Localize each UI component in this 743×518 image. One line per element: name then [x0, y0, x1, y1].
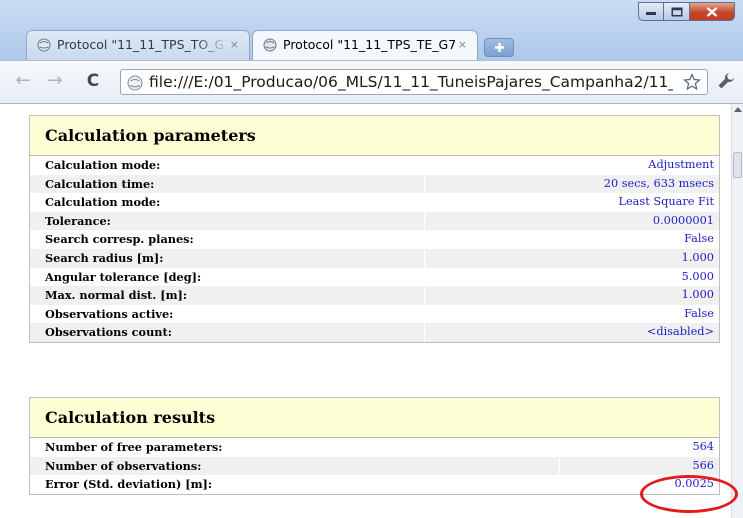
table-row: Number of free parameters: 564 [30, 438, 719, 457]
table-row: Search corresp. planes: False [30, 230, 719, 249]
browser-toolbar: ← → C file:///E:/01_Producao/06_MLS/11_1… [0, 60, 743, 104]
section-title: Calculation parameters [30, 116, 719, 156]
table-row: Search radius [m]: 1.000 [30, 248, 719, 268]
table-row: Tolerance: 0.0000001 [30, 211, 719, 231]
column-divider [424, 267, 425, 287]
row-value: False [684, 232, 714, 246]
title-bar: Protocol "11_11_TPS_TO_G7 × Protocol "11… [0, 0, 743, 68]
reload-button[interactable]: C [82, 70, 104, 92]
table-row: Calculation mode: Adjustment [30, 156, 719, 175]
page-globe-icon [37, 38, 51, 52]
column-divider [424, 156, 425, 175]
row-label: Search corresp. planes: [45, 232, 194, 247]
table-row: Observations active: False [30, 304, 719, 324]
row-label: Number of observations: [45, 458, 202, 473]
row-label: Tolerance: [45, 213, 111, 228]
table-row: Number of observations: 566 [30, 456, 719, 476]
row-value: False [684, 306, 714, 320]
row-value: 564 [692, 440, 714, 453]
new-tab-button[interactable] [484, 38, 514, 57]
parameters-table: Calculation mode: Adjustment Calculation t… [30, 156, 719, 342]
table-row: Angular tolerance [deg]: 5.000 [30, 267, 719, 287]
column-divider [424, 248, 425, 268]
maximize-button[interactable] [664, 2, 690, 21]
scrollbar-thumb[interactable] [733, 152, 742, 178]
table-row: Calculation mode: Least Square Fit [30, 193, 719, 212]
close-window-button[interactable] [690, 2, 735, 21]
scroll-up-arrow-icon[interactable] [734, 107, 742, 112]
back-button[interactable]: ← [12, 70, 34, 92]
column-divider [424, 193, 425, 212]
column-divider [559, 456, 560, 476]
bookmark-star-icon[interactable] [683, 73, 701, 91]
row-value: 1.000 [681, 250, 714, 264]
table-row: Observations count: <disabled> [30, 323, 719, 342]
column-divider [424, 323, 425, 342]
forward-button[interactable]: → [44, 70, 66, 92]
row-value: 0.0000001 [652, 213, 714, 227]
column-divider [424, 230, 425, 249]
row-value: 5.000 [681, 269, 714, 283]
row-value: Least Square Fit [618, 195, 715, 209]
row-value: 1.000 [681, 288, 714, 302]
row-label: Calculation time: [45, 176, 155, 191]
row-value: 20 secs, 633 msecs [603, 176, 714, 190]
calculation-results-section: Calculation results Number of free param… [29, 397, 720, 495]
row-value: <disabled> [646, 325, 714, 339]
maximize-icon [671, 7, 682, 16]
row-label: Search radius [m]: [45, 250, 164, 265]
page-globe-icon [263, 38, 277, 52]
row-label: Error (Std. deviation) [m]: [45, 477, 213, 492]
url-text[interactable]: file:///E:/01_Producao/06_MLS/11_11_Tune… [149, 70, 673, 94]
address-bar[interactable]: file:///E:/01_Producao/06_MLS/11_11_Tune… [120, 69, 708, 95]
row-value: 566 [692, 458, 714, 472]
column-divider [424, 304, 425, 324]
tab-close-icon[interactable]: × [230, 31, 239, 59]
highlight-ellipse [640, 475, 738, 513]
minimize-icon [646, 11, 656, 15]
page-content: Calculation parameters Calculation mode:… [0, 104, 731, 518]
results-table: Number of free parameters: 564 Number of o… [30, 438, 719, 494]
close-icon [706, 6, 718, 17]
minimize-button[interactable] [638, 2, 664, 21]
vertical-scrollbar[interactable] [731, 104, 743, 518]
column-divider [424, 211, 425, 231]
table-row: Error (Std. deviation) [m]: 0.0025 [30, 475, 719, 494]
section-title: Calculation results [30, 398, 719, 438]
row-label: Calculation mode: [45, 158, 161, 172]
row-label: Angular tolerance [deg]: [45, 269, 202, 284]
page-icon [127, 75, 143, 91]
plus-icon [495, 43, 504, 52]
row-label: Max. normal dist. [m]: [45, 288, 188, 303]
tab-label: Protocol "11_11_TPS_TE_G7 [283, 37, 455, 52]
tab-close-icon[interactable]: × [458, 31, 467, 59]
wrench-icon[interactable] [716, 71, 736, 91]
column-divider [559, 438, 560, 457]
column-divider [559, 475, 560, 494]
calculation-parameters-section: Calculation parameters Calculation mode:… [29, 115, 720, 343]
tab-label: Protocol "11_11_TPS_TO_G7 [57, 37, 229, 52]
table-row: Calculation time: 20 secs, 633 msecs [30, 174, 719, 194]
tab-protocol-te[interactable]: Protocol "11_11_TPS_TE_G7 × [252, 30, 478, 60]
table-row: Max. normal dist. [m]: 1.000 [30, 286, 719, 305]
row-label: Number of free parameters: [45, 440, 223, 454]
row-label: Observations count: [45, 325, 172, 340]
row-value: Adjustment [648, 158, 714, 171]
tab-protocol-to[interactable]: Protocol "11_11_TPS_TO_G7 × [26, 30, 250, 60]
row-label: Observations active: [45, 306, 174, 321]
column-divider [424, 174, 425, 194]
row-label: Calculation mode: [45, 195, 161, 210]
column-divider [424, 286, 425, 305]
